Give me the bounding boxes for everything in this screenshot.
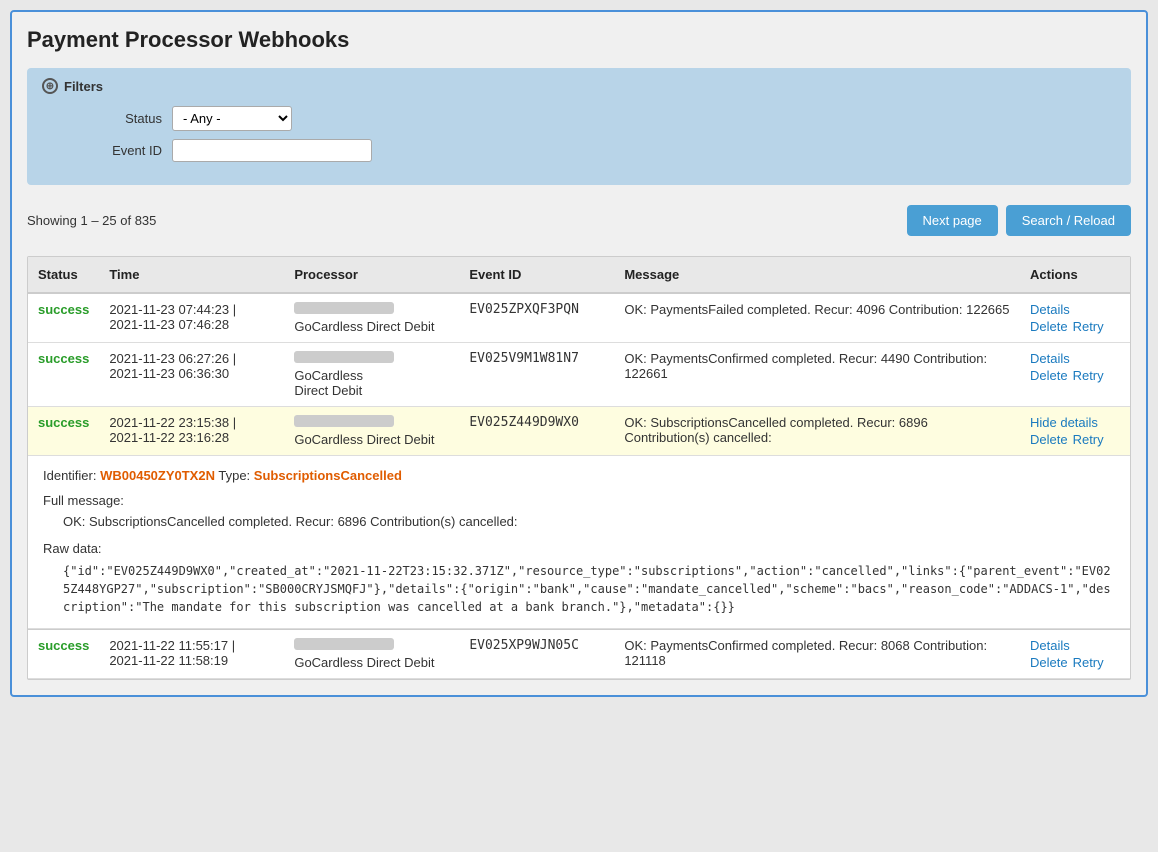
detail-identifier-row: Identifier: WB00450ZY0TX2N Type: Subscri… [43, 468, 1115, 483]
message-cell: OK: SubscriptionsCancelled completed. Re… [614, 407, 1020, 456]
main-window: Payment Processor Webhooks ⊕ Filters Sta… [10, 10, 1148, 697]
details-link[interactable]: Details [1030, 638, 1120, 653]
toolbar-buttons: Next page Search / Reload [907, 205, 1132, 236]
full-message-label: Full message: [43, 493, 1115, 508]
event-id-cell: EV025Z449D9WX0 [459, 407, 614, 456]
time-cell: 2021-11-23 07:44:23 |2021-11-23 07:46:28 [99, 293, 284, 343]
actions-cell: Details Delete Retry [1020, 630, 1130, 679]
table-header-row: Status Time Processor Event ID Message A… [28, 257, 1130, 293]
message-cell: OK: PaymentsConfirmed completed. Recur: … [614, 343, 1020, 407]
filters-icon: ⊕ [42, 78, 58, 94]
status-badge: success [38, 415, 89, 430]
status-badge: success [38, 302, 89, 317]
col-header-status: Status [28, 257, 99, 293]
detail-panel: Identifier: WB00450ZY0TX2N Type: Subscri… [28, 456, 1130, 629]
actions-cell: Details Delete Retry [1020, 343, 1130, 407]
processor-cell: GoCardless Direct Debit [284, 630, 459, 679]
event-id-input[interactable] [172, 139, 372, 162]
retry-link[interactable]: Retry [1073, 655, 1104, 670]
status-filter-row: Status - Any - success failed pending [42, 106, 1116, 131]
processor-cell: GoCardless Direct Debit [284, 407, 459, 456]
retry-link[interactable]: Retry [1073, 432, 1104, 447]
actions-inline: Delete Retry [1030, 319, 1120, 334]
col-header-event-id: Event ID [459, 257, 614, 293]
table-row: success 2021-11-23 06:27:26 |2021-11-23 … [28, 343, 1130, 407]
filters-label: Filters [64, 79, 103, 94]
event-id-cell: EV025ZPXQF3PQN [459, 293, 614, 343]
details-link[interactable]: Details [1030, 302, 1120, 317]
actions-group: Details Delete Retry [1030, 302, 1120, 334]
table-row: success 2021-11-22 11:55:17 |2021-11-22 … [28, 630, 1130, 679]
identifier-label: Identifier: [43, 468, 100, 483]
col-header-processor: Processor [284, 257, 459, 293]
table-row-highlighted: success 2021-11-22 23:15:38 |2021-11-22 … [28, 407, 1130, 456]
processor-redacted-bar [294, 302, 394, 314]
event-id-filter-row: Event ID [42, 139, 1116, 162]
page-title: Payment Processor Webhooks [27, 27, 1131, 53]
status-badge: success [38, 351, 89, 366]
actions-group: Hide details Delete Retry [1030, 415, 1120, 447]
filters-header: ⊕ Filters [42, 78, 1116, 94]
delete-link[interactable]: Delete [1030, 368, 1068, 383]
webhooks-table: Status Time Processor Event ID Message A… [28, 257, 1130, 679]
retry-link[interactable]: Retry [1073, 319, 1104, 334]
time-cell: 2021-11-22 23:15:38 |2021-11-22 23:16:28 [99, 407, 284, 456]
full-message-text: OK: SubscriptionsCancelled completed. Re… [63, 514, 1115, 529]
col-header-message: Message [614, 257, 1020, 293]
type-value: SubscriptionsCancelled [254, 468, 402, 483]
status-badge: success [38, 638, 89, 653]
processor-redacted-bar [294, 638, 394, 650]
processor-cell: GoCardlessDirect Debit [284, 343, 459, 407]
status-filter-label: Status [42, 111, 162, 126]
type-label: Type: [218, 468, 253, 483]
raw-data-text: {"id":"EV025Z449D9WX0","created_at":"202… [63, 562, 1115, 616]
actions-inline: Delete Retry [1030, 432, 1120, 447]
time-cell: 2021-11-22 11:55:17 |2021-11-22 11:58:19 [99, 630, 284, 679]
event-id-cell: EV025XP9WJN05C [459, 630, 614, 679]
actions-cell: Details Delete Retry [1020, 293, 1130, 343]
detail-panel-row: Identifier: WB00450ZY0TX2N Type: Subscri… [28, 456, 1130, 630]
webhooks-table-container: Status Time Processor Event ID Message A… [27, 256, 1131, 680]
raw-data-label: Raw data: [43, 541, 1115, 556]
next-page-button[interactable]: Next page [907, 205, 998, 236]
col-header-actions: Actions [1020, 257, 1130, 293]
message-cell: OK: PaymentsFailed completed. Recur: 409… [614, 293, 1020, 343]
identifier-value: WB00450ZY0TX2N [100, 468, 215, 483]
actions-inline: Delete Retry [1030, 655, 1120, 670]
event-id-cell: EV025V9M1W81N7 [459, 343, 614, 407]
retry-link[interactable]: Retry [1073, 368, 1104, 383]
actions-cell: Hide details Delete Retry [1020, 407, 1130, 456]
processor-redacted-bar [294, 415, 394, 427]
search-reload-button[interactable]: Search / Reload [1006, 205, 1131, 236]
processor-redacted-bar [294, 351, 394, 363]
time-cell: 2021-11-23 06:27:26 |2021-11-23 06:36:30 [99, 343, 284, 407]
actions-group: Details Delete Retry [1030, 351, 1120, 383]
delete-link[interactable]: Delete [1030, 319, 1068, 334]
delete-link[interactable]: Delete [1030, 432, 1068, 447]
hide-details-link[interactable]: Hide details [1030, 415, 1120, 430]
event-id-filter-label: Event ID [42, 143, 162, 158]
filters-section: ⊕ Filters Status - Any - success failed … [27, 68, 1131, 185]
status-filter-select[interactable]: - Any - success failed pending [172, 106, 292, 131]
actions-inline: Delete Retry [1030, 368, 1120, 383]
delete-link[interactable]: Delete [1030, 655, 1068, 670]
table-row: success 2021-11-23 07:44:23 |2021-11-23 … [28, 293, 1130, 343]
toolbar-row: Showing 1 – 25 of 835 Next page Search /… [27, 200, 1131, 241]
actions-group: Details Delete Retry [1030, 638, 1120, 670]
processor-cell: GoCardless Direct Debit [284, 293, 459, 343]
details-link[interactable]: Details [1030, 351, 1120, 366]
col-header-time: Time [99, 257, 284, 293]
showing-text: Showing 1 – 25 of 835 [27, 213, 156, 228]
message-cell: OK: PaymentsConfirmed completed. Recur: … [614, 630, 1020, 679]
